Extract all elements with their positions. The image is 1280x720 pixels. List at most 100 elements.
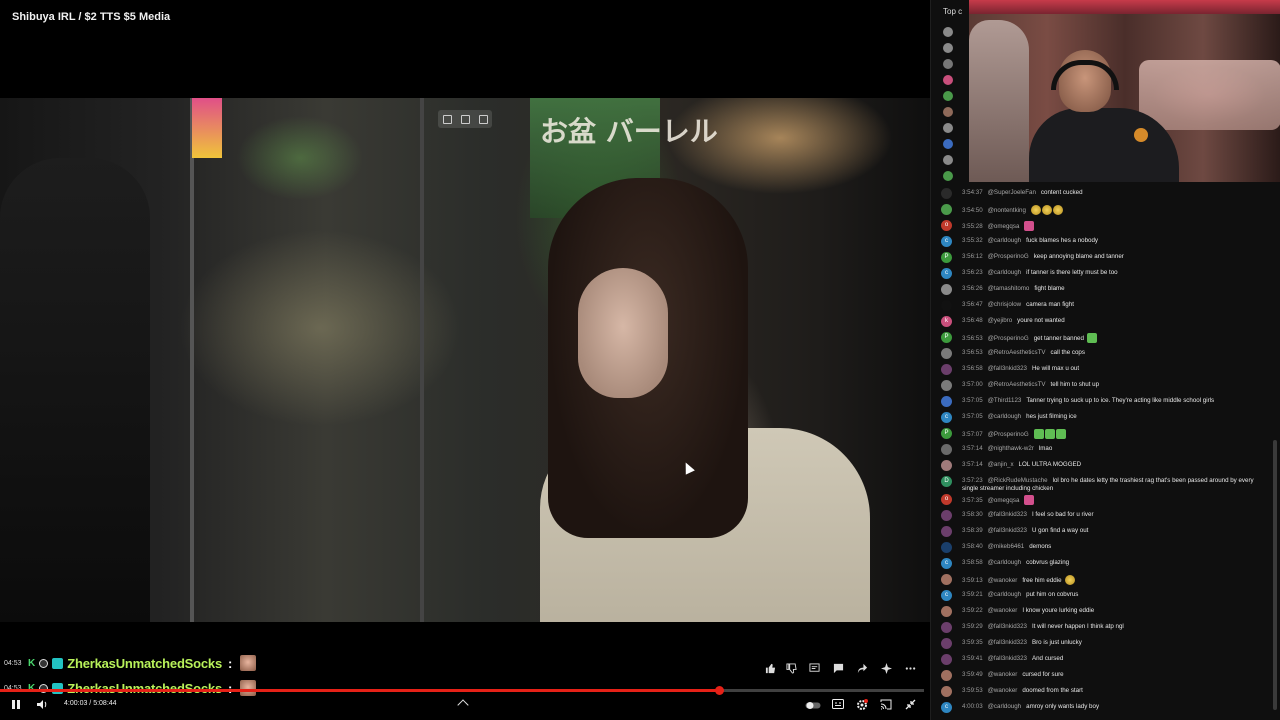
chat-author[interactable]: @wanoker bbox=[988, 577, 1018, 584]
user-avatar[interactable] bbox=[941, 364, 952, 375]
chat-message[interactable]: 3:57:14 @anjin_x LOL ULTRA MOGGED bbox=[941, 459, 1271, 475]
user-avatar[interactable] bbox=[941, 670, 952, 681]
viewer-avatar[interactable] bbox=[943, 139, 953, 149]
chat-author[interactable]: @wanoker bbox=[988, 607, 1018, 614]
user-avatar[interactable] bbox=[941, 606, 952, 617]
dislike-icon[interactable] bbox=[784, 663, 798, 678]
chat-author[interactable]: @nighthawk-w2r bbox=[988, 445, 1034, 452]
user-avatar[interactable]: c bbox=[941, 236, 952, 247]
exit-fullscreen-icon[interactable] bbox=[903, 699, 917, 714]
viewer-avatar[interactable] bbox=[943, 107, 953, 117]
user-avatar[interactable]: c bbox=[941, 590, 952, 601]
chat-author[interactable]: @yejibro bbox=[988, 317, 1013, 324]
user-avatar[interactable] bbox=[941, 348, 952, 359]
chat-author[interactable]: @fall3nkid323 bbox=[988, 639, 1027, 646]
like-icon[interactable] bbox=[763, 663, 777, 678]
chat-author[interactable]: @carldough bbox=[988, 413, 1021, 420]
user-avatar[interactable]: o bbox=[941, 220, 952, 231]
user-avatar[interactable]: c bbox=[941, 558, 952, 569]
user-avatar[interactable] bbox=[941, 686, 952, 697]
progress-bar[interactable] bbox=[0, 686, 924, 695]
comment-icon[interactable] bbox=[831, 663, 845, 678]
pause-icon[interactable] bbox=[10, 699, 22, 714]
chat-message[interactable]: P 3:56:12 @ProsperinoG keep annoying blame … bbox=[941, 251, 1271, 267]
chat-message[interactable]: 3:56:47 @chrisjolow camera man fight bbox=[941, 299, 1271, 315]
chat-message[interactable]: 3:58:40 @mikeb6461 demons bbox=[941, 541, 1271, 557]
chat-author[interactable]: @chrisjolow bbox=[988, 301, 1021, 308]
chat-message[interactable]: 3:59:29 @fall3nkid323 It will never happen… bbox=[941, 621, 1271, 637]
chat-author[interactable]: @RetroAestheticsTV bbox=[988, 381, 1046, 388]
user-avatar[interactable]: P bbox=[941, 332, 952, 343]
chat-author[interactable]: @RickRudeMustache bbox=[988, 477, 1048, 484]
user-avatar[interactable] bbox=[941, 444, 952, 455]
user-avatar[interactable]: P bbox=[941, 252, 952, 263]
user-avatar[interactable] bbox=[941, 204, 952, 215]
progress-scrubber[interactable] bbox=[714, 686, 724, 695]
chat-message[interactable]: 3:56:58 @fall3nkid323 He will max u out bbox=[941, 363, 1271, 379]
chat-author[interactable]: @mikeb6461 bbox=[988, 543, 1025, 550]
user-avatar[interactable] bbox=[941, 542, 952, 553]
chat-message[interactable]: 3:56:26 @tamashitomo fight blame bbox=[941, 283, 1271, 299]
chat-author[interactable]: @carldough bbox=[988, 237, 1021, 244]
chat-author[interactable]: @RetroAestheticsTV bbox=[988, 349, 1046, 356]
chat-message[interactable]: 3:59:35 @fall3nkid323 Bro is just unlucky bbox=[941, 637, 1271, 653]
viewer-avatar[interactable] bbox=[943, 27, 953, 37]
chat-author[interactable]: @anjin_x bbox=[988, 461, 1014, 468]
copy-icon[interactable] bbox=[460, 114, 470, 124]
chat-author[interactable]: @ProsperinoG bbox=[988, 335, 1029, 342]
video-frame[interactable]: お盆 バーレル bbox=[0, 98, 930, 622]
chat-icon[interactable] bbox=[807, 663, 821, 678]
chat-message[interactable]: 3:56:53 @RetroAestheticsTV call the cops bbox=[941, 347, 1271, 363]
chat-author[interactable]: @SuperJoeleFan bbox=[988, 189, 1036, 196]
user-avatar[interactable]: c bbox=[941, 268, 952, 279]
chat-message[interactable]: 3:59:13 @wanoker free him eddie bbox=[941, 573, 1271, 589]
chat-message[interactable]: c 4:00:03 @carldough amroy only wants lady … bbox=[941, 701, 1271, 717]
chat-message[interactable]: o 3:57:35 @omegqsa bbox=[941, 493, 1271, 509]
user-avatar[interactable]: o bbox=[941, 494, 952, 505]
viewer-avatar[interactable] bbox=[943, 123, 953, 133]
video-player[interactable]: Shibuya IRL / $2 TTS $5 Media お盆 バーレル 04… bbox=[0, 0, 930, 720]
share-icon[interactable] bbox=[855, 663, 869, 678]
chat-message[interactable]: 3:58:39 @fall3nkid323 U gon find a way out bbox=[941, 525, 1271, 541]
chat-author[interactable]: @fall3nkid323 bbox=[988, 655, 1027, 662]
more-icon[interactable] bbox=[903, 663, 917, 678]
chat-author[interactable]: @nontentking bbox=[988, 207, 1026, 214]
chat-author[interactable]: @carldough bbox=[988, 703, 1021, 710]
video-overlay-toolbar[interactable] bbox=[438, 110, 492, 128]
chat-author[interactable]: @carldough bbox=[988, 591, 1021, 598]
chat-message[interactable]: D 3:57:23 @RickRudeMustache lol bro he date… bbox=[941, 475, 1271, 493]
user-avatar[interactable] bbox=[941, 510, 952, 521]
chat-message[interactable]: 3:57:14 @nighthawk-w2r lmao bbox=[941, 443, 1271, 459]
chat-message[interactable]: c 3:59:21 @carldough put him on cobvrus bbox=[941, 589, 1271, 605]
user-avatar[interactable] bbox=[941, 380, 952, 391]
autoplay-toggle-icon[interactable] bbox=[804, 700, 822, 714]
chat-author[interactable]: @ProsperinoG bbox=[988, 253, 1029, 260]
user-avatar[interactable] bbox=[941, 300, 952, 311]
user-avatar[interactable] bbox=[941, 622, 952, 633]
chat-message[interactable]: c 3:57:05 @carldough hes just filming ice bbox=[941, 411, 1271, 427]
chat-author[interactable]: @fall3nkid323 bbox=[988, 527, 1027, 534]
user-avatar[interactable] bbox=[941, 654, 952, 665]
chat-message[interactable]: P 3:56:53 @ProsperinoG get tanner banned bbox=[941, 331, 1271, 347]
chat-author[interactable]: @fall3nkid323 bbox=[988, 511, 1027, 518]
user-avatar[interactable] bbox=[941, 460, 952, 471]
chat-message[interactable]: o 3:55:28 @omegqsa bbox=[941, 219, 1271, 235]
chat-author[interactable]: @carldough bbox=[988, 559, 1021, 566]
user-avatar[interactable] bbox=[941, 526, 952, 537]
sparkle-icon[interactable] bbox=[879, 663, 893, 678]
chat-author[interactable]: @ProsperinoG bbox=[988, 431, 1029, 438]
viewer-avatar[interactable] bbox=[943, 155, 953, 165]
user-avatar[interactable] bbox=[941, 396, 952, 407]
user-avatar[interactable] bbox=[941, 574, 952, 585]
chat-message[interactable]: P 3:57:07 @ProsperinoG bbox=[941, 427, 1271, 443]
settings-icon[interactable] bbox=[855, 699, 869, 715]
pip-icon[interactable] bbox=[442, 114, 452, 124]
chat-mode-label[interactable]: Top c bbox=[943, 7, 962, 16]
chat-scrollbar[interactable] bbox=[1273, 440, 1277, 710]
volume-icon[interactable] bbox=[35, 699, 49, 714]
chat-message[interactable]: 3:57:00 @RetroAestheticsTV tell him to shu… bbox=[941, 379, 1271, 395]
viewer-avatar[interactable] bbox=[943, 75, 953, 85]
chat-message[interactable]: 3:59:53 @wanoker doomed from the start bbox=[941, 685, 1271, 701]
chat-message[interactable]: c 3:58:58 @carldough cobvrus glazing bbox=[941, 557, 1271, 573]
user-avatar[interactable] bbox=[941, 188, 952, 199]
